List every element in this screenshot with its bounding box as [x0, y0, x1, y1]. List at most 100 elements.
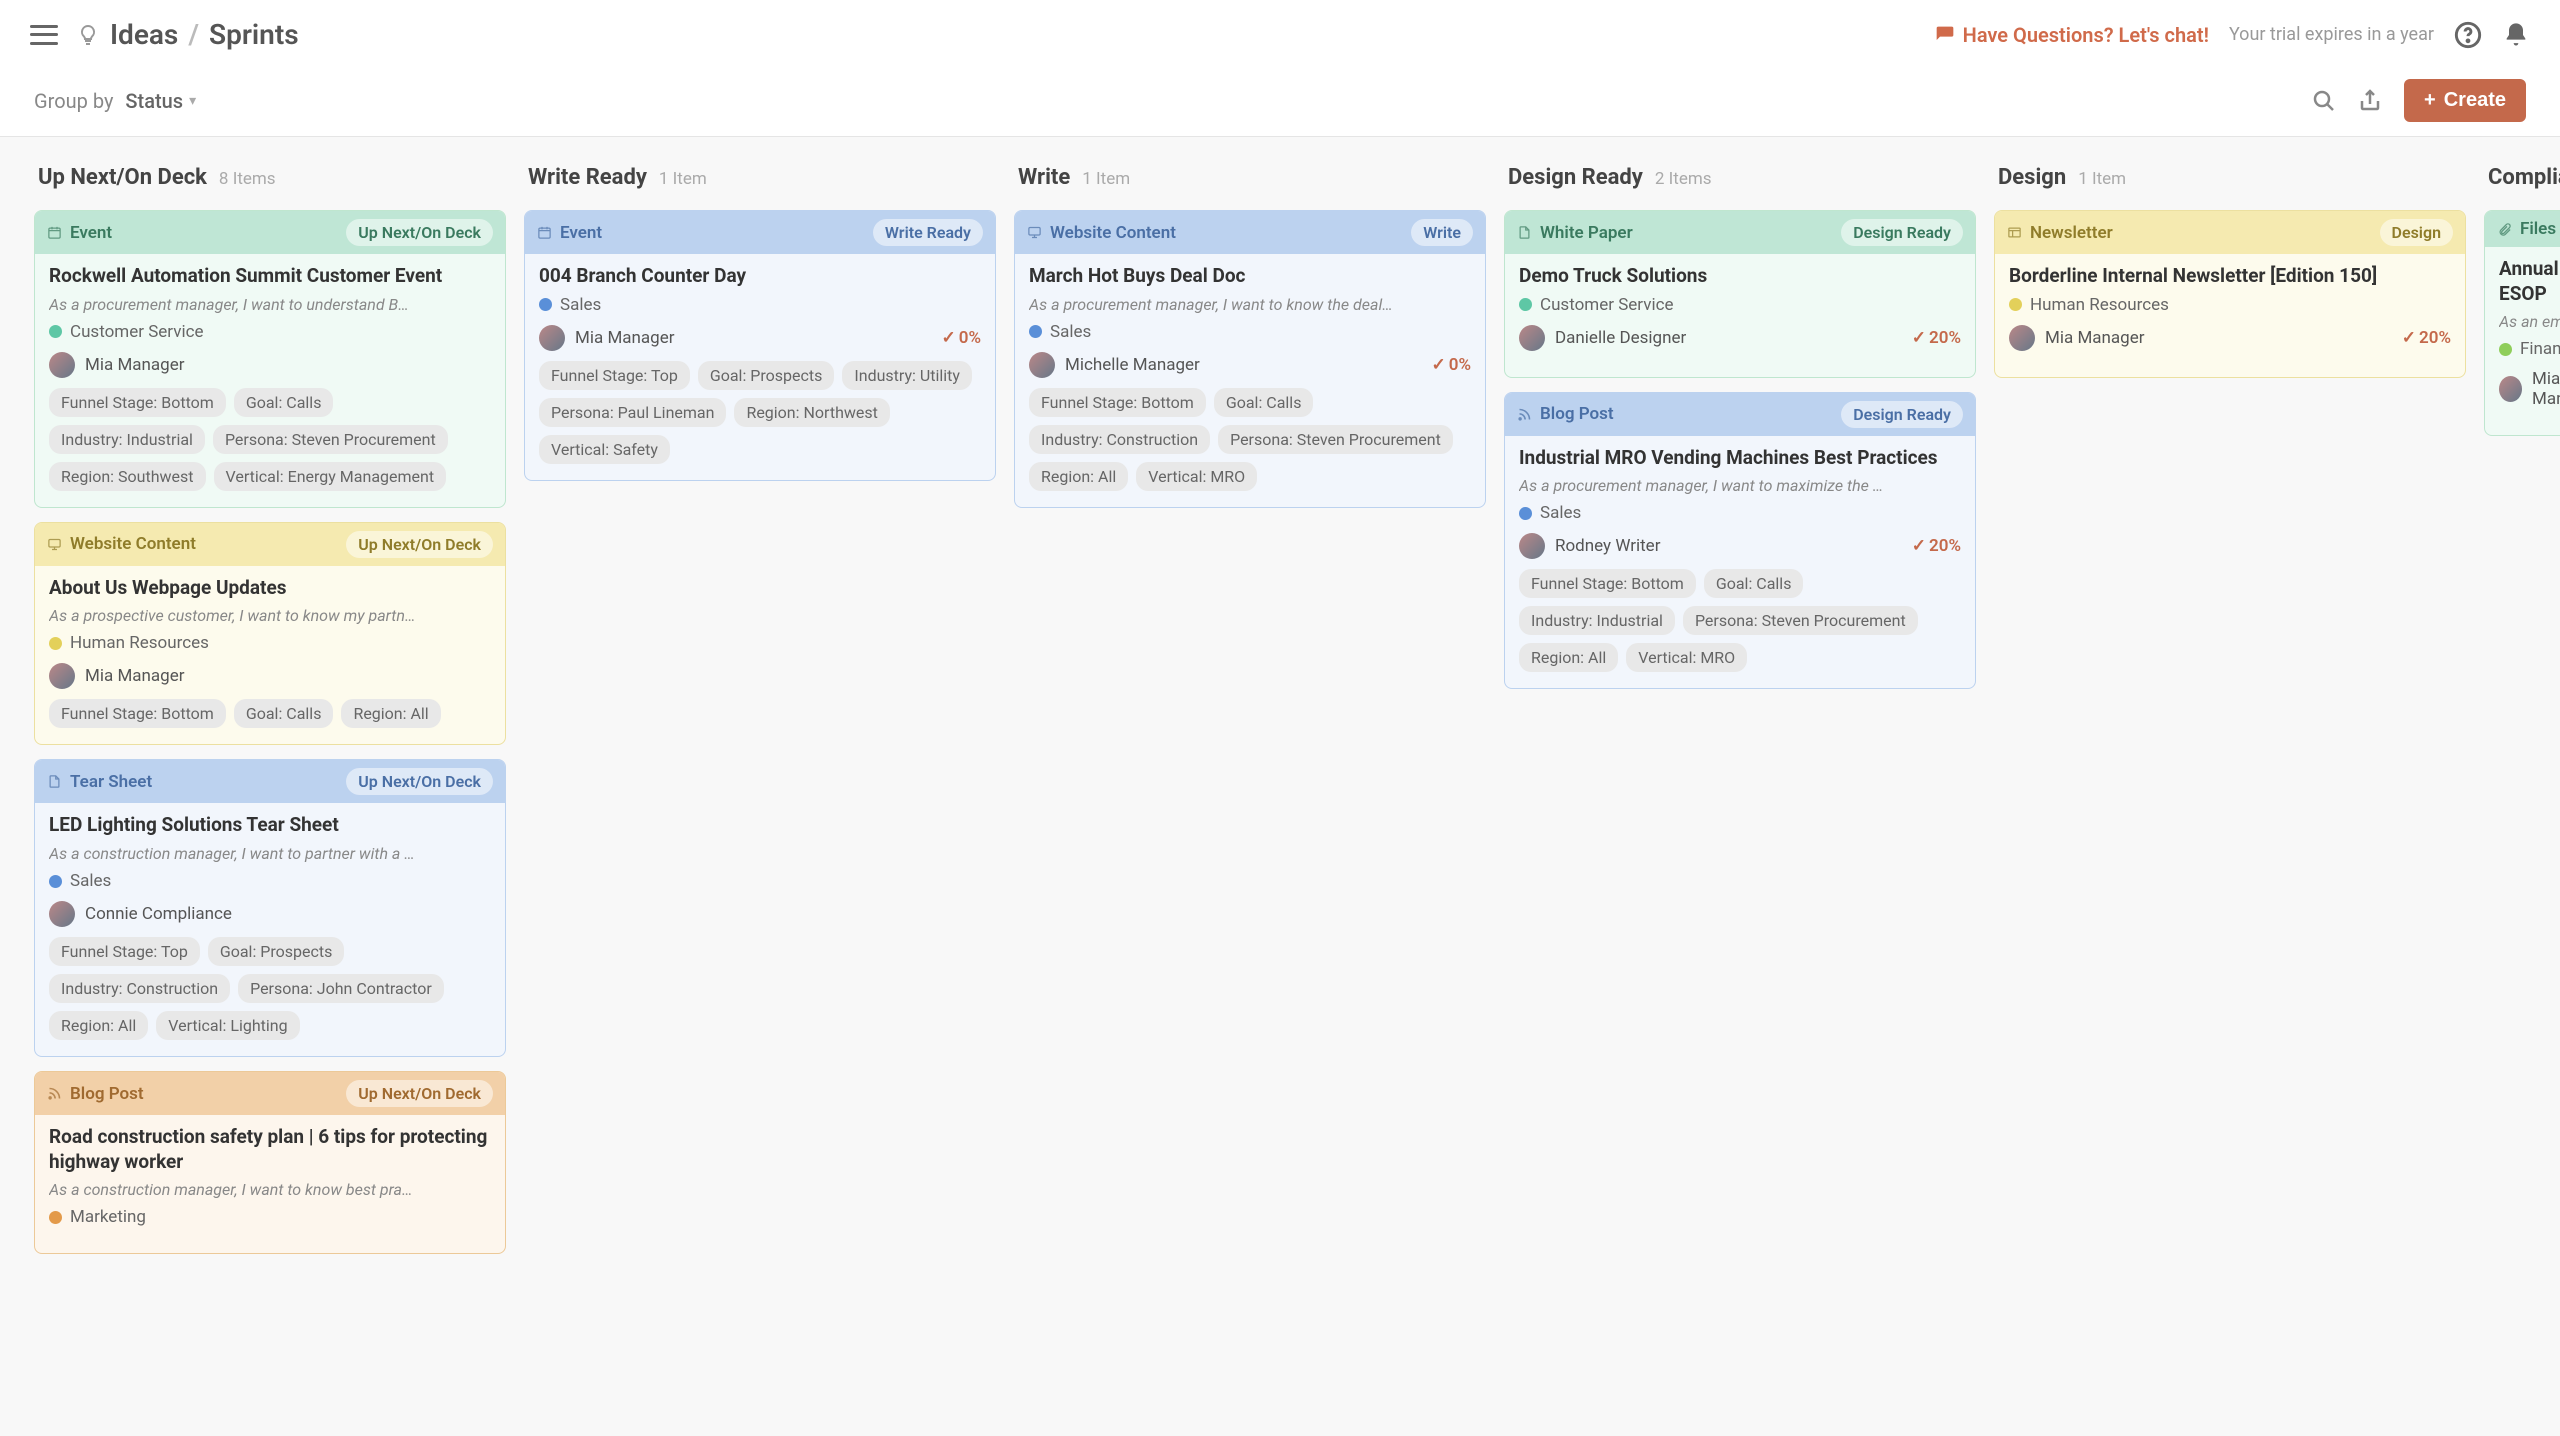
column-count: 8 Items [219, 169, 276, 189]
tag[interactable]: Funnel Stage: Top [539, 361, 690, 390]
card-type: Website Content [1027, 223, 1176, 243]
card-body: Road construction safety plan | 6 tips f… [35, 1115, 505, 1253]
check-icon: ✓ [1431, 355, 1445, 375]
create-button[interactable]: + Create [2404, 79, 2526, 122]
tag[interactable]: Region: Southwest [49, 462, 206, 491]
card-type: Website Content [47, 534, 196, 554]
card-assignee: Connie Compliance [49, 901, 232, 927]
app-header: Ideas / Sprints Have Questions? Let's ch… [0, 0, 2560, 65]
card-header: Tear SheetUp Next/On Deck [35, 760, 505, 803]
tag[interactable]: Vertical: Energy Management [214, 462, 447, 491]
tag[interactable]: Goal: Prospects [698, 361, 835, 390]
card-assignee: Michelle Manager [1029, 352, 1200, 378]
card-type: White Paper [1517, 223, 1633, 243]
card[interactable]: FilesAnnual ESOPAs an employee…FinanceMi… [2484, 210, 2560, 436]
chat-link[interactable]: Have Questions? Let's chat! [1935, 23, 2209, 47]
tag[interactable]: Vertical: Lighting [156, 1011, 299, 1040]
board-column: Design Ready2 ItemsWhite PaperDesign Rea… [1504, 165, 1976, 1268]
help-icon[interactable] [2454, 21, 2482, 49]
tag[interactable]: Region: All [341, 699, 440, 728]
card-title: About Us Webpage Updates [49, 576, 491, 601]
card[interactable]: Event Up Next/On Deck Rockwell Automation … [34, 210, 506, 508]
card[interactable]: Website Content Write March Hot Buys Deal … [1014, 210, 1486, 508]
tag[interactable]: Persona: Steven Procurement [213, 425, 448, 454]
initiative-label: Human Resources [2030, 295, 2169, 315]
tag[interactable]: Industry: Utility [842, 361, 972, 390]
tag[interactable]: Persona: John Contractor [238, 974, 444, 1003]
tag[interactable]: Region: All [1519, 643, 1618, 672]
card-assignee: Mia Manager [49, 352, 185, 378]
initiative-label: Marketing [70, 1207, 146, 1227]
share-icon[interactable] [2358, 89, 2382, 113]
breadcrumb-current[interactable]: Sprints [209, 18, 299, 51]
chat-text: Have Questions? Let's chat! [1963, 23, 2209, 47]
tag[interactable]: Goal: Calls [234, 388, 334, 417]
card-initiative: Human Resources [2009, 295, 2451, 315]
group-by-label: Group by [34, 89, 113, 113]
board-column: Write1 ItemWebsite ContentWriteMarch Hot… [1014, 165, 1486, 1268]
tag[interactable]: Industry: Construction [49, 974, 230, 1003]
tag[interactable]: Persona: Paul Lineman [539, 398, 726, 427]
card-header: EventWrite Ready [525, 211, 995, 254]
card-body: Industrial MRO Vending Machines Best Pra… [1505, 436, 1975, 689]
tag[interactable]: Industry: Industrial [49, 425, 205, 454]
column-header: Design1 Item [1994, 165, 2466, 190]
tag[interactable]: Funnel Stage: Bottom [1029, 388, 1206, 417]
card-assignee: Mia Manager [49, 663, 185, 689]
card[interactable]: Blog PostUp Next/On DeckRoad constructio… [34, 1071, 506, 1254]
bell-icon[interactable] [2502, 21, 2530, 49]
tag[interactable]: Vertical: MRO [1626, 643, 1747, 672]
toolbar: Group by Status ▾ + Create [0, 65, 2560, 137]
tag[interactable]: Goal: Prospects [208, 937, 345, 966]
tag[interactable]: Funnel Stage: Bottom [49, 699, 226, 728]
tag[interactable]: Goal: Calls [234, 699, 334, 728]
menu-hamburger-icon[interactable] [30, 25, 58, 45]
avatar [49, 352, 75, 378]
card[interactable]: Tear SheetUp Next/On Deck LED Lighting So… [34, 759, 506, 1057]
card[interactable]: White PaperDesign ReadyDemo Truck Soluti… [1504, 210, 1976, 378]
tag[interactable]: Vertical: MRO [1136, 462, 1257, 491]
card-status-pill: Up Next/On Deck [346, 219, 493, 246]
column-title: Write [1018, 165, 1070, 190]
breadcrumb-root[interactable]: Ideas [110, 18, 178, 51]
column-title: Design [1998, 165, 2066, 190]
card-body: March Hot Buys Deal DocAs a procurement … [1015, 254, 1485, 507]
tag[interactable]: Industry: Construction [1029, 425, 1210, 454]
tag[interactable]: Region: All [49, 1011, 148, 1040]
tag[interactable]: Persona: Steven Procurement [1218, 425, 1453, 454]
card-title: LED Lighting Solutions Tear Sheet [49, 813, 491, 838]
tag[interactable]: Industry: Industrial [1519, 606, 1675, 635]
avatar [539, 325, 565, 351]
tag[interactable]: Goal: Calls [1214, 388, 1314, 417]
tag[interactable]: Region: All [1029, 462, 1128, 491]
card[interactable]: NewsletterDesignBorderline Internal News… [1994, 210, 2466, 378]
avatar [49, 901, 75, 927]
search-icon[interactable] [2312, 89, 2336, 113]
assignee-name: Mia Manager [85, 355, 185, 375]
card-body: Rockwell Automation Summit Customer Even… [35, 254, 505, 507]
card[interactable]: Blog PostDesign ReadyIndustrial MRO Vend… [1504, 392, 1976, 690]
tag[interactable]: Funnel Stage: Top [49, 937, 200, 966]
card-body: Annual ESOPAs an employee…FinanceMia Man… [2485, 247, 2560, 435]
tag[interactable]: Funnel Stage: Bottom [49, 388, 226, 417]
card-progress: ✓0% [1431, 355, 1471, 375]
calendar-icon [47, 225, 62, 240]
tag[interactable]: Goal: Calls [1704, 569, 1804, 598]
card-tags: Funnel Stage: Bottom Goal: Calls Industry:… [1519, 569, 1961, 672]
card-type: Tear Sheet [47, 772, 152, 792]
tag[interactable]: Region: Northwest [734, 398, 889, 427]
tag[interactable]: Persona: Steven Procurement [1683, 606, 1918, 635]
card-header: Files [2485, 211, 2560, 247]
card[interactable]: Website ContentUp Next/On DeckAbout Us W… [34, 522, 506, 746]
card-type-label: Event [70, 223, 112, 243]
tag[interactable]: Vertical: Safety [539, 435, 670, 464]
card-header: NewsletterDesign [1995, 211, 2465, 254]
initiative-dot-icon [49, 875, 62, 888]
group-by-control[interactable]: Group by Status ▾ [34, 89, 196, 113]
header-right: Have Questions? Let's chat! Your trial e… [1935, 21, 2530, 49]
card-status-pill: Write [1411, 219, 1473, 246]
assignee-name: Mia Manag [2532, 369, 2560, 409]
tag[interactable]: Funnel Stage: Bottom [1519, 569, 1696, 598]
card-type-label: Website Content [1050, 223, 1176, 243]
card[interactable]: EventWrite Ready004 Branch Counter DaySa… [524, 210, 996, 481]
